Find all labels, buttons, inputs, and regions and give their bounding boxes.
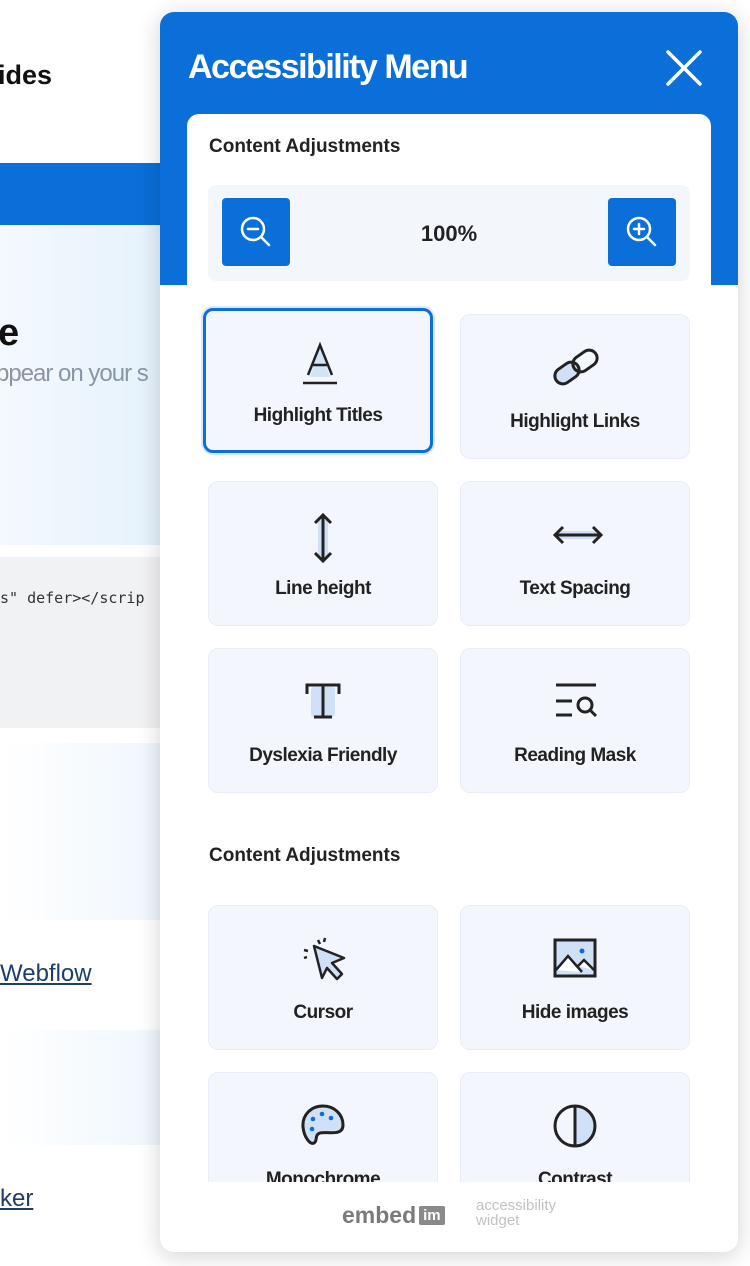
close-button[interactable] [664,48,704,88]
option-dyslexia-friendly[interactable]: Dyslexia Friendly [208,648,438,793]
nav-bar [0,163,175,225]
hero-title: e [0,312,20,354]
section-title: Content Adjustments [209,136,401,157]
option-label: Monochrome [265,1169,381,1182]
brand-name: embed [342,1202,417,1228]
option-reading-mask[interactable]: Reading Mask [460,648,690,793]
tagline-line: widget [476,1212,520,1229]
option-hide-images[interactable]: Hide images [460,905,690,1050]
option-label: Reading Mask [514,745,636,766]
vertical-arrows-icon [313,512,333,564]
option-monochrome[interactable]: Monochrome [208,1072,438,1182]
code-text: s" defer></scrip [0,589,145,607]
contrast-icon [553,1104,597,1148]
close-icon [666,50,702,86]
option-label: Cursor [293,1002,353,1023]
embed-logo[interactable]: embed im [342,1202,445,1229]
horizontal-arrows-icon [552,525,604,545]
accessibility-menu: Accessibility Menu Content Adjustments 1… [160,12,738,1252]
tagline: accessibility widget [476,1198,556,1228]
option-text-spacing[interactable]: Text Spacing [460,481,690,626]
image-icon [553,938,597,978]
section-bg [0,743,175,920]
text-search-icon [556,683,598,718]
webflow-link[interactable]: Webflow [0,960,92,988]
page-heading: ides [0,60,53,90]
option-label: Line height [275,578,371,599]
cursor-click-icon [303,937,346,981]
option-line-height[interactable]: Line height [208,481,438,626]
option-highlight-links[interactable]: Highlight Links [460,314,690,459]
guide-link[interactable]: ker [0,1185,33,1213]
code-block [0,557,175,728]
zoom-in-button[interactable] [608,198,676,266]
brand-badge: im [419,1206,445,1225]
option-label: Dyslexia Friendly [249,745,397,766]
section-bg [0,1030,175,1145]
option-cursor[interactable]: Cursor [208,905,438,1050]
underlined-a-icon [303,341,337,385]
option-label: Highlight Titles [253,405,383,426]
zoom-in-icon [626,216,657,247]
option-label: Text Spacing [519,578,631,599]
palette-icon [301,1104,345,1145]
option-highlight-titles[interactable]: Highlight Titles [203,308,433,453]
section-title: Content Adjustments [209,845,401,866]
menu-content[interactable]: Content Adjustments 100% Highlight Title… [187,114,711,1182]
menu-title: Accessibility Menu [188,48,469,86]
tagline-line: accessibility [476,1197,557,1214]
option-label: Hide images [521,1002,629,1023]
hero-subtitle: ppear on your s [0,360,149,387]
menu-footer: embed im accessibility widget [160,1182,738,1252]
zoom-control: 100% [208,185,690,281]
option-contrast[interactable]: Contrast [460,1072,690,1182]
text-t-icon [305,683,341,719]
link-icon [553,348,599,386]
option-label: Contrast [537,1169,613,1182]
option-label: Highlight Links [510,411,640,432]
